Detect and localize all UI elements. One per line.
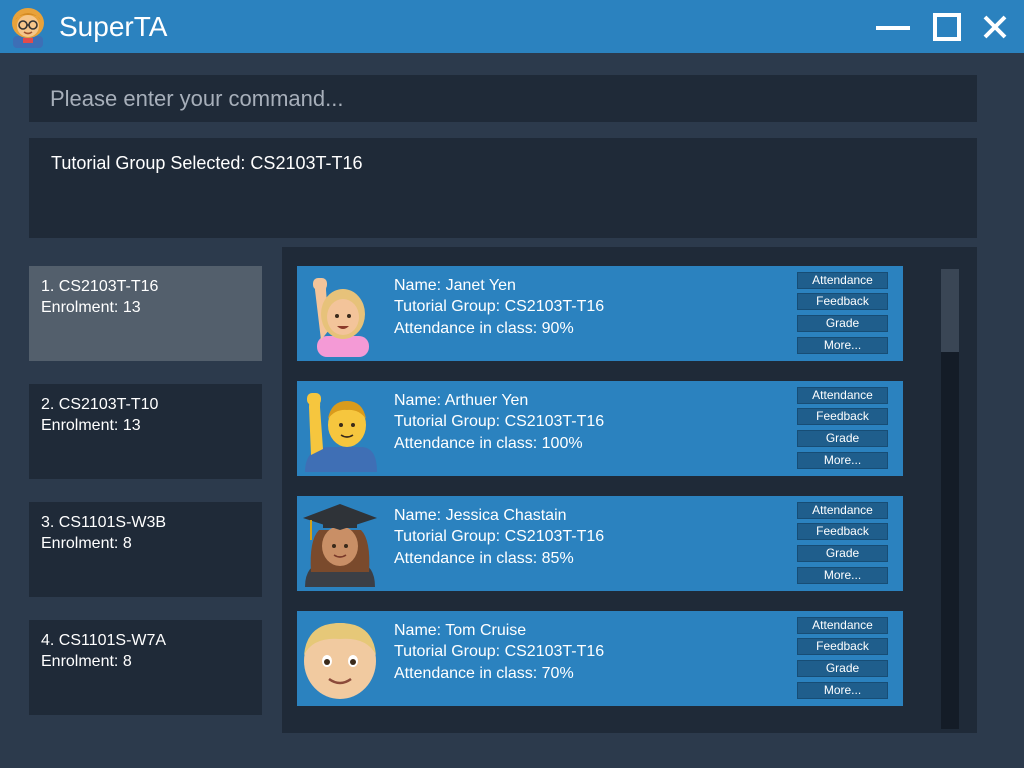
student-name: Name: Tom Cruise xyxy=(394,622,527,639)
more-button[interactable]: More... xyxy=(797,567,888,584)
attendance-button[interactable]: Attendance xyxy=(797,387,888,404)
minimize-button[interactable] xyxy=(873,12,913,42)
feedback-button[interactable]: Feedback xyxy=(797,293,888,310)
close-button[interactable] xyxy=(975,12,1015,42)
group-enrolment: Enrolment: 13 xyxy=(41,299,141,316)
close-icon xyxy=(983,15,1007,39)
scrollbar-thumb[interactable] xyxy=(941,269,959,352)
grade-button[interactable]: Grade xyxy=(797,315,888,332)
group-card[interactable]: 4. CS1101S-W7A Enrolment: 8 xyxy=(29,620,262,715)
group-card[interactable]: 1. CS2103T-T16 Enrolment: 13 xyxy=(29,266,262,361)
student-card: Name: Tom Cruise Tutorial Group: CS2103T… xyxy=(297,611,903,706)
group-card[interactable]: 2. CS2103T-T10 Enrolment: 13 xyxy=(29,384,262,479)
more-button[interactable]: More... xyxy=(797,452,888,469)
student-group: Tutorial Group: CS2103T-T16 xyxy=(394,413,605,430)
teacher-emoji-icon xyxy=(12,8,44,48)
more-button[interactable]: More... xyxy=(797,682,888,699)
result-text: Tutorial Group Selected: CS2103T-T16 xyxy=(51,153,363,173)
result-display: Tutorial Group Selected: CS2103T-T16 xyxy=(29,138,977,238)
minimize-icon xyxy=(876,26,910,30)
woman-graduate-icon xyxy=(303,504,377,587)
student-group: Tutorial Group: CS2103T-T16 xyxy=(394,528,605,545)
command-box xyxy=(29,75,977,122)
woman-raising-hand-icon xyxy=(313,278,369,357)
group-enrolment: Enrolment: 8 xyxy=(41,535,132,552)
student-group: Tutorial Group: CS2103T-T16 xyxy=(394,298,605,315)
student-attendance: Attendance in class: 100% xyxy=(394,435,583,452)
student-name: Name: Arthuer Yen xyxy=(394,392,529,409)
attendance-button[interactable]: Attendance xyxy=(797,502,888,519)
feedback-button[interactable]: Feedback xyxy=(797,638,888,655)
feedback-button[interactable]: Feedback xyxy=(797,408,888,425)
group-enrolment: Enrolment: 13 xyxy=(41,417,141,434)
maximize-button[interactable] xyxy=(926,12,966,42)
student-group: Tutorial Group: CS2103T-T16 xyxy=(394,643,605,660)
boy-face-icon xyxy=(304,623,376,699)
grade-button[interactable]: Grade xyxy=(797,430,888,447)
student-name: Name: Janet Yen xyxy=(394,277,516,294)
student-card: Name: Arthuer Yen Tutorial Group: CS2103… xyxy=(297,381,903,476)
group-enrolment: Enrolment: 8 xyxy=(41,653,132,670)
student-attendance: Attendance in class: 90% xyxy=(394,320,574,337)
more-button[interactable]: More... xyxy=(797,337,888,354)
group-title: 3. CS1101S-W3B xyxy=(41,514,167,531)
group-title: 1. CS2103T-T16 xyxy=(41,278,159,295)
student-card: Name: Jessica Chastain Tutorial Group: C… xyxy=(297,496,903,591)
group-card[interactable]: 3. CS1101S-W3B Enrolment: 8 xyxy=(29,502,262,597)
maximize-icon xyxy=(933,13,961,41)
group-title: 2. CS2103T-T10 xyxy=(41,396,159,413)
attendance-button[interactable]: Attendance xyxy=(797,272,888,289)
student-attendance: Attendance in class: 85% xyxy=(394,550,574,567)
title-bar: SuperTA xyxy=(0,0,1024,53)
command-input[interactable] xyxy=(29,75,977,122)
student-attendance: Attendance in class: 70% xyxy=(394,665,574,682)
grade-button[interactable]: Grade xyxy=(797,660,888,677)
attendance-button[interactable]: Attendance xyxy=(797,617,888,634)
grade-button[interactable]: Grade xyxy=(797,545,888,562)
man-raising-hand-icon xyxy=(305,393,377,472)
group-title: 4. CS1101S-W7A xyxy=(41,632,167,649)
feedback-button[interactable]: Feedback xyxy=(797,523,888,540)
student-name: Name: Jessica Chastain xyxy=(394,507,567,524)
student-card: Name: Janet Yen Tutorial Group: CS2103T-… xyxy=(297,266,903,361)
app-title: SuperTA xyxy=(59,11,168,42)
